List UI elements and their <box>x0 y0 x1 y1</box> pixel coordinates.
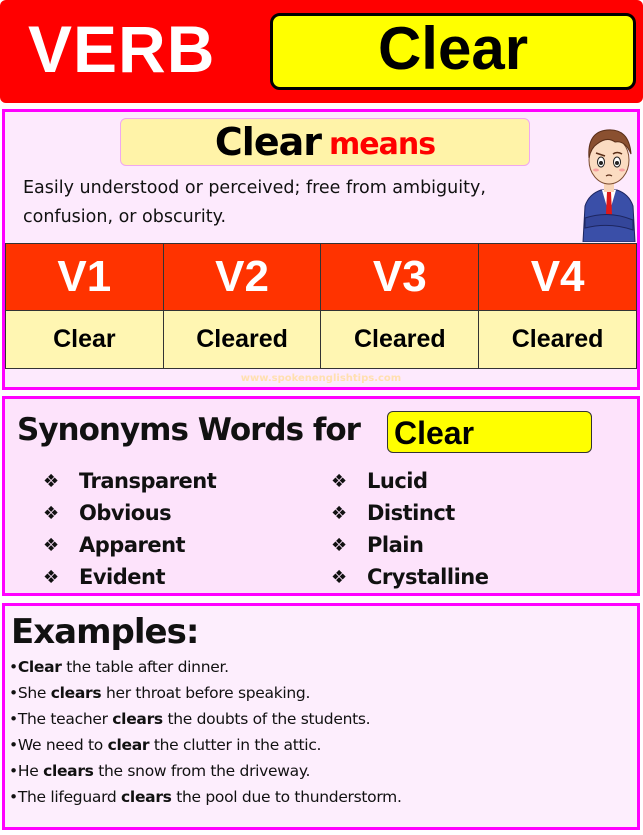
confused-man-icon <box>582 129 636 242</box>
diamond-bullet-icon: ❖ <box>43 502 59 524</box>
example-verb: clears <box>112 710 163 728</box>
example-verb: clears <box>50 684 102 702</box>
examples-title: Examples: <box>11 612 199 652</box>
example-item: •He clears the snow from the driveway. <box>9 762 311 780</box>
synonyms-left-column: ❖ Transparent ❖ Obvious ❖ Apparent ❖ Evident <box>43 465 217 593</box>
means-word: Clear <box>214 120 322 164</box>
synonyms-section: Synonyms Words for Clear ❖ Transparent ❖ O… <box>2 396 640 596</box>
form-header-v1: V1 <box>5 243 164 311</box>
form-header-v2: V2 <box>162 243 322 311</box>
synonym-item: ❖ Obvious <box>43 497 216 529</box>
example-item: •The teacher clears the doubts of the st… <box>9 710 371 728</box>
synonym-item: ❖ Evident <box>43 561 216 593</box>
synonyms-title: Synonyms Words for <box>17 412 361 448</box>
example-item: •We need to clear the clutter in the att… <box>9 736 322 754</box>
diamond-bullet-icon: ❖ <box>43 470 59 492</box>
synonym-item: ❖ Transparent <box>43 465 217 497</box>
synonym-text: Crystalline <box>367 565 489 589</box>
synonym-item: ❖ Crystalline <box>331 561 489 593</box>
means-title-box: Clear means <box>120 118 530 166</box>
form-header-v4: V4 <box>478 243 637 311</box>
diamond-bullet-icon: ❖ <box>331 566 347 588</box>
diamond-bullet-icon: ❖ <box>331 470 347 492</box>
synonym-text: Transparent <box>79 469 217 493</box>
form-value-v3: Cleared <box>320 309 480 370</box>
synonym-text: Evident <box>79 565 166 589</box>
verb-forms-table: V1 V2 V3 V4 Clear Cleared Cleared Cleare… <box>5 243 637 370</box>
forms-value-row: Clear Cleared Cleared Cleared <box>5 309 637 370</box>
word-box: Clear <box>270 13 636 90</box>
watermark: www.spokenenglishtips.com <box>240 373 402 384</box>
definition-text: Easily understood or perceived; free fro… <box>23 178 486 227</box>
header-banner: VERB Clear <box>0 0 643 103</box>
example-verb: Clear <box>17 658 62 676</box>
header-word: Clear <box>377 14 529 82</box>
synonym-text: Plain <box>367 533 424 557</box>
means-label: means <box>329 126 436 162</box>
diamond-bullet-icon: ❖ <box>43 566 59 588</box>
example-item: •Clear the table after dinner. <box>9 658 229 676</box>
example-verb: clear <box>107 736 150 754</box>
example-verb: clears <box>121 788 172 806</box>
form-value-v1: Clear <box>5 309 164 370</box>
form-header-v3: V3 <box>320 243 480 311</box>
form-value-v2: Cleared <box>162 309 322 370</box>
diamond-bullet-icon: ❖ <box>43 534 59 556</box>
synonyms-word: Clear <box>394 415 475 451</box>
synonym-text: Distinct <box>367 501 455 525</box>
synonym-text: Lucid <box>367 469 428 493</box>
synonym-text: Obvious <box>79 501 172 525</box>
example-item: •She clears her throat before speaking. <box>9 684 311 702</box>
verb-label: VERB <box>28 12 216 86</box>
examples-section: Examples: •Clear the table after dinner.… <box>2 603 640 830</box>
diamond-bullet-icon: ❖ <box>331 502 347 524</box>
example-item: •The lifeguard clears the pool due to th… <box>9 788 402 806</box>
synonym-item: ❖ Apparent <box>43 529 216 561</box>
form-value-v4: Cleared <box>478 309 637 370</box>
forms-header-row: V1 V2 V3 V4 <box>5 243 637 311</box>
meaning-section: Clear means Easily understood or perceiv… <box>2 109 640 390</box>
synonyms-word-box: Clear <box>387 411 592 453</box>
examples-list: •Clear the table after dinner. •She clea… <box>9 654 402 810</box>
diamond-bullet-icon: ❖ <box>331 534 347 556</box>
synonym-item: ❖ Distinct <box>331 497 488 529</box>
synonym-text: Apparent <box>79 533 186 557</box>
example-verb: clears <box>43 762 94 780</box>
synonyms-right-column: ❖ Lucid ❖ Distinct ❖ Plain ❖ Crystalline <box>331 465 489 593</box>
synonym-item: ❖ Lucid <box>331 465 488 497</box>
synonym-item: ❖ Plain <box>331 529 488 561</box>
